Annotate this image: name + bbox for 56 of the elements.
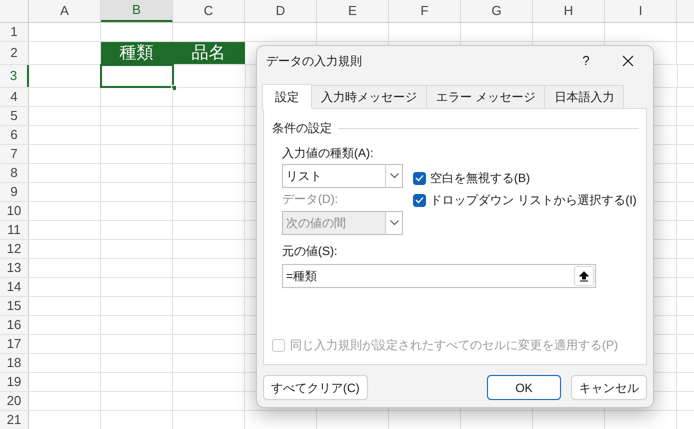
- row-header[interactable]: 19: [0, 373, 29, 391]
- row-header[interactable]: 14: [0, 278, 29, 296]
- fill-handle[interactable]: [171, 85, 177, 91]
- row-header[interactable]: 9: [0, 183, 29, 201]
- column-header[interactable]: G: [461, 0, 533, 22]
- checkmark-icon: [415, 174, 424, 182]
- arrow-up-icon: [579, 270, 589, 282]
- row-header[interactable]: 4: [0, 88, 29, 106]
- row-header[interactable]: 8: [0, 164, 29, 182]
- dropdown[interactable]: リスト: [282, 164, 403, 188]
- row-header[interactable]: 15: [0, 297, 29, 315]
- table-cell[interactable]: 種類: [101, 42, 173, 64]
- window-title: データの入力規則: [266, 53, 363, 70]
- close-icon: [622, 55, 634, 67]
- ok-button[interactable]: OK: [487, 375, 561, 400]
- row-header[interactable]: 2: [0, 42, 29, 64]
- row-header[interactable]: 10: [0, 202, 29, 220]
- row-header[interactable]: 11: [0, 221, 29, 239]
- help-button[interactable]: ?: [571, 51, 601, 71]
- row-header[interactable]: 16: [0, 316, 29, 334]
- row-header[interactable]: 12: [0, 240, 29, 258]
- checkbox[interactable]: [413, 194, 426, 206]
- field-label: 入力値の種類(A):: [282, 145, 374, 162]
- row-header[interactable]: 17: [0, 335, 29, 353]
- column-header[interactable]: C: [173, 0, 245, 22]
- chevron-down-icon: [390, 220, 398, 226]
- row-header[interactable]: 20: [0, 392, 29, 410]
- input-field[interactable]: =種類: [282, 264, 596, 288]
- row-header[interactable]: 1: [0, 23, 29, 41]
- row-header[interactable]: 7: [0, 145, 29, 163]
- chevron-down-icon: [390, 173, 398, 179]
- checkbox-label[interactable]: ドロップダウン リストから選択する(I): [430, 191, 637, 209]
- column-header[interactable]: F: [389, 0, 461, 22]
- section-title: 条件の設定: [272, 120, 332, 137]
- column-header[interactable]: H: [533, 0, 605, 22]
- column-header[interactable]: I: [605, 0, 677, 22]
- tab[interactable]: 日本語入力: [544, 85, 624, 109]
- column-header[interactable]: D: [245, 0, 317, 22]
- cancel-button[interactable]: キャンセル: [571, 375, 647, 400]
- tab[interactable]: 設定: [262, 84, 312, 109]
- collapse-button[interactable]: [574, 266, 594, 286]
- row-header[interactable]: 18: [0, 354, 29, 372]
- checkbox[interactable]: [413, 172, 426, 184]
- column-header[interactable]: B: [101, 0, 173, 22]
- checkbox-label[interactable]: 空白を無視する(B): [430, 169, 530, 187]
- row-header[interactable]: 3: [0, 65, 29, 87]
- table-cell[interactable]: 品名: [173, 42, 245, 64]
- row-header[interactable]: 13: [0, 259, 29, 277]
- row-header[interactable]: 6: [0, 126, 29, 144]
- field-label: データ(D):: [282, 191, 339, 208]
- column-header[interactable]: E: [317, 0, 389, 22]
- field-label: 元の値(S):: [282, 243, 338, 260]
- clear-all-button[interactable]: すべてクリア(C): [263, 375, 368, 400]
- row-header[interactable]: 21: [0, 411, 29, 429]
- checkmark-icon: [415, 196, 424, 204]
- row-header[interactable]: 5: [0, 107, 29, 125]
